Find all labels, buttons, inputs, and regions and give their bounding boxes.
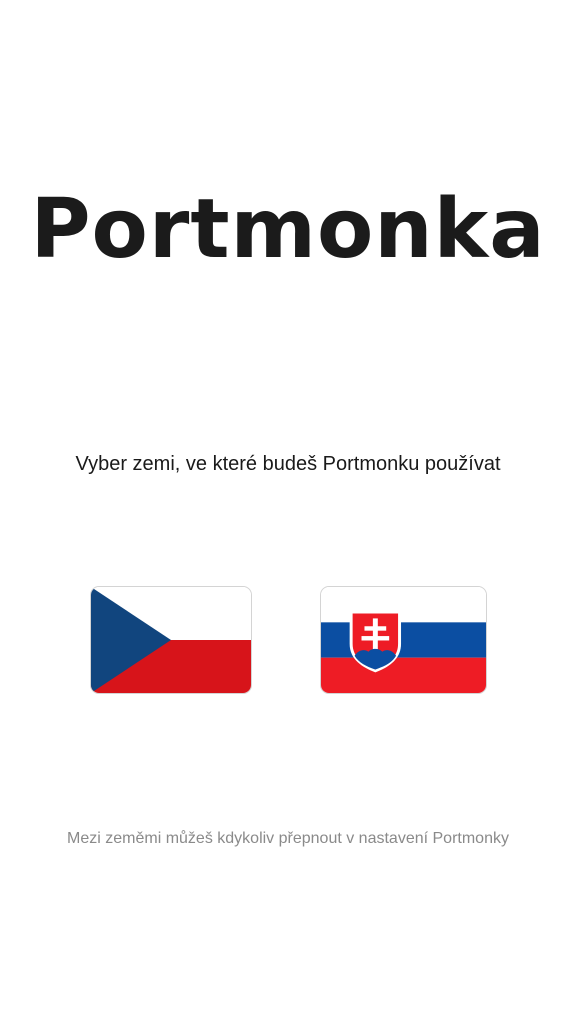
country-select-prompt: Vyber zemi, ve které budeš Portmonku pou… (75, 453, 501, 475)
app-logo: Portmonka (30, 182, 546, 277)
czech-flag-icon (91, 587, 251, 693)
country-option-slovakia[interactable] (320, 586, 487, 694)
switch-country-hint: Mezi zeměmi můžeš kdykoliv přepnout v na… (67, 830, 509, 847)
country-option-czech[interactable] (90, 586, 252, 694)
slovak-flag-icon (321, 587, 486, 693)
